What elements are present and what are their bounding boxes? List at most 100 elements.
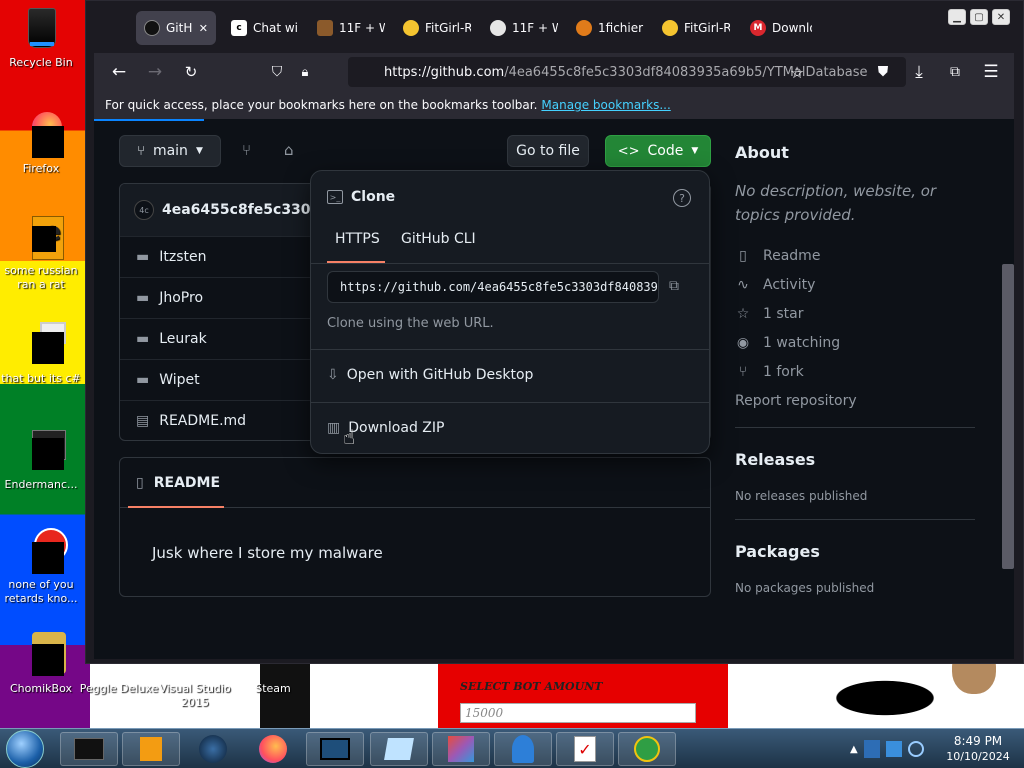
about-forks[interactable]: ⑂ 1 fork: [735, 357, 975, 386]
bot-amount-input[interactable]: 15000: [460, 703, 696, 723]
start-button[interactable]: [6, 730, 44, 768]
clock[interactable]: 8:49 PM 10/10/2024: [938, 733, 1018, 765]
file-name[interactable]: Leurak: [159, 331, 206, 347]
tray-shield-icon[interactable]: [863, 740, 880, 758]
file-name[interactable]: README.md: [159, 413, 246, 429]
about-item-label: Readme: [763, 247, 821, 264]
bot-amount-heading: SELECT BOT AMOUNT: [460, 680, 603, 693]
tray-arrow-icon[interactable]: ▲: [850, 744, 858, 755]
tray-icons[interactable]: ▲: [850, 737, 934, 761]
tab-download[interactable]: M Downlo: [750, 11, 812, 45]
desktop-icon-recycle-bin[interactable]: Recycle Bin: [0, 6, 82, 70]
about-sidebar: About No description, website, or topics…: [735, 143, 975, 595]
maximize-button[interactable]: ▢: [970, 9, 988, 25]
tracking-protection-icon[interactable]: ⛉: [266, 61, 288, 83]
open-desktop-item[interactable]: ⇩ Open with GitHub Desktop: [327, 367, 533, 383]
desktop-icon-russian-rat[interactable]: e some russian ran a rat: [0, 214, 82, 292]
code-button[interactable]: <> Code ▼: [605, 135, 711, 167]
red-circle-app-icon: [18, 528, 68, 574]
branch-icon: ⑂: [137, 143, 145, 159]
downloads-icon[interactable]: ⤓: [908, 61, 930, 83]
eye-icon: ◉: [736, 334, 750, 351]
tab-chat[interactable]: c Chat wi: [231, 11, 301, 45]
menu-icon[interactable]: ☰: [980, 61, 1002, 83]
tags-icon[interactable]: ⌂: [284, 141, 294, 159]
file-name[interactable]: Wipet: [159, 372, 199, 388]
readme-tab[interactable]: README: [154, 475, 220, 491]
file-name[interactable]: JhoPro: [159, 290, 203, 306]
tab-github[interactable]: GitHub ✕: [136, 11, 216, 45]
copy-icon[interactable]: ⧉: [669, 278, 679, 294]
taskbar-app-bird[interactable]: [494, 732, 552, 766]
about-stars[interactable]: ☆ 1 star: [735, 299, 975, 328]
taskbar-app-checklist[interactable]: ✓: [556, 732, 614, 766]
desktop-icon-label: none of you retards kno...: [4, 578, 78, 605]
close-window-button[interactable]: ✕: [992, 9, 1010, 25]
fitgirl-favicon-icon: [403, 20, 419, 36]
report-repository-link[interactable]: Report repository: [735, 386, 975, 415]
background-window-dark: [260, 664, 310, 728]
branches-icon[interactable]: ⑂: [242, 141, 251, 159]
clone-url-input[interactable]: https://github.com/4ea6455c8fe5c3303df84…: [327, 271, 659, 303]
tab-11f-2[interactable]: 11F + W: [490, 11, 558, 45]
taskbar-app-cmd[interactable]: [60, 732, 118, 766]
navigation-bar: ← → ↻ ⛉ 🔒︎ https://github.com/4ea6455c8f…: [94, 53, 1014, 91]
about-watching[interactable]: ◉ 1 watching: [735, 328, 975, 357]
about-heading: About: [735, 143, 789, 162]
tab-11f-1[interactable]: 11F + W: [317, 11, 385, 45]
manage-bookmarks-link[interactable]: Manage bookmarks...: [541, 98, 670, 112]
file-name[interactable]: Itzsten: [159, 249, 206, 265]
taskbar-app-firefox[interactable]: [244, 732, 302, 766]
go-to-file-button[interactable]: Go to file: [507, 135, 589, 167]
url-bar[interactable]: https://github.com/4ea6455c8fe5c3303df84…: [348, 57, 906, 87]
tab-close-icon[interactable]: ✕: [199, 22, 208, 35]
pocket-icon[interactable]: ⛊: [872, 61, 894, 83]
author-avatar[interactable]: 4c: [134, 200, 154, 220]
desktop-icon-label: ChomikBox: [10, 682, 72, 695]
lock-icon[interactable]: 🔒︎: [294, 61, 316, 83]
help-icon[interactable]: ?: [673, 189, 691, 207]
forward-icon[interactable]: →: [144, 61, 166, 83]
back-icon[interactable]: ←: [108, 61, 130, 83]
desktop-icon-peggle[interactable]: Peggle Deluxe: [78, 682, 160, 696]
about-activity[interactable]: ∿ Activity: [735, 270, 975, 299]
about-readme[interactable]: ▯ Readme: [735, 241, 975, 270]
branch-selector[interactable]: ⑂ main ▼: [119, 135, 221, 167]
tray-network-icon[interactable]: [885, 741, 902, 757]
desktop-icon-none-of-you[interactable]: none of you retards kno...: [0, 528, 82, 606]
url-host: https://github.com: [384, 64, 505, 80]
tray-volume-icon[interactable]: [907, 741, 924, 757]
desktop-icon-steam[interactable]: Steam: [232, 682, 314, 696]
desktop-icon-endermanch[interactable]: Endermanc...: [0, 428, 82, 492]
minimize-button[interactable]: ▁: [948, 9, 966, 25]
tab-title: 11F + W: [339, 21, 385, 35]
desktop-icon-firefox[interactable]: Firefox: [0, 112, 82, 176]
taskbar-app-paint[interactable]: [432, 732, 490, 766]
releases-heading[interactable]: Releases: [735, 450, 975, 469]
taskbar-app-green[interactable]: [618, 732, 676, 766]
tab-1fichier[interactable]: 1fichier: [576, 11, 644, 45]
bookmark-star-icon[interactable]: ☆: [786, 61, 808, 83]
tab-github-cli[interactable]: GitHub CLI: [401, 231, 476, 247]
desktop-icon-visual-studio[interactable]: Visual Studio 2015: [154, 682, 236, 710]
clock-time: 8:49 PM: [953, 734, 1003, 748]
terminal-icon: >_: [327, 190, 343, 204]
taskbar-app-notepad[interactable]: [370, 732, 428, 766]
tab-fitgirl-2[interactable]: FitGirl-R: [662, 11, 730, 45]
desktop-icon-that-but-c-sharp[interactable]: that but its c#: [0, 322, 82, 386]
tab-https[interactable]: HTTPS: [335, 231, 380, 247]
reload-icon[interactable]: ↻: [180, 61, 202, 83]
fork-icon: ⑂: [738, 363, 748, 380]
taskbar-app-window[interactable]: [306, 732, 364, 766]
taskbar-app-media[interactable]: [122, 732, 180, 766]
readme-header: ▯ README: [120, 458, 710, 508]
tab-fitgirl-1[interactable]: FitGirl-R: [403, 11, 471, 45]
desktop-icon-chomikbox[interactable]: ChomikBox: [0, 632, 82, 696]
extensions-icon[interactable]: ⧉: [944, 61, 966, 83]
1fichier-favicon-icon: [576, 20, 592, 36]
scrollbar-thumb[interactable]: [1002, 264, 1014, 569]
packages-heading[interactable]: Packages: [735, 542, 975, 561]
tab-title: FitGirl-R: [684, 21, 730, 35]
taskbar-app-globe[interactable]: [184, 732, 242, 766]
page-scrollbar[interactable]: [998, 146, 1014, 666]
